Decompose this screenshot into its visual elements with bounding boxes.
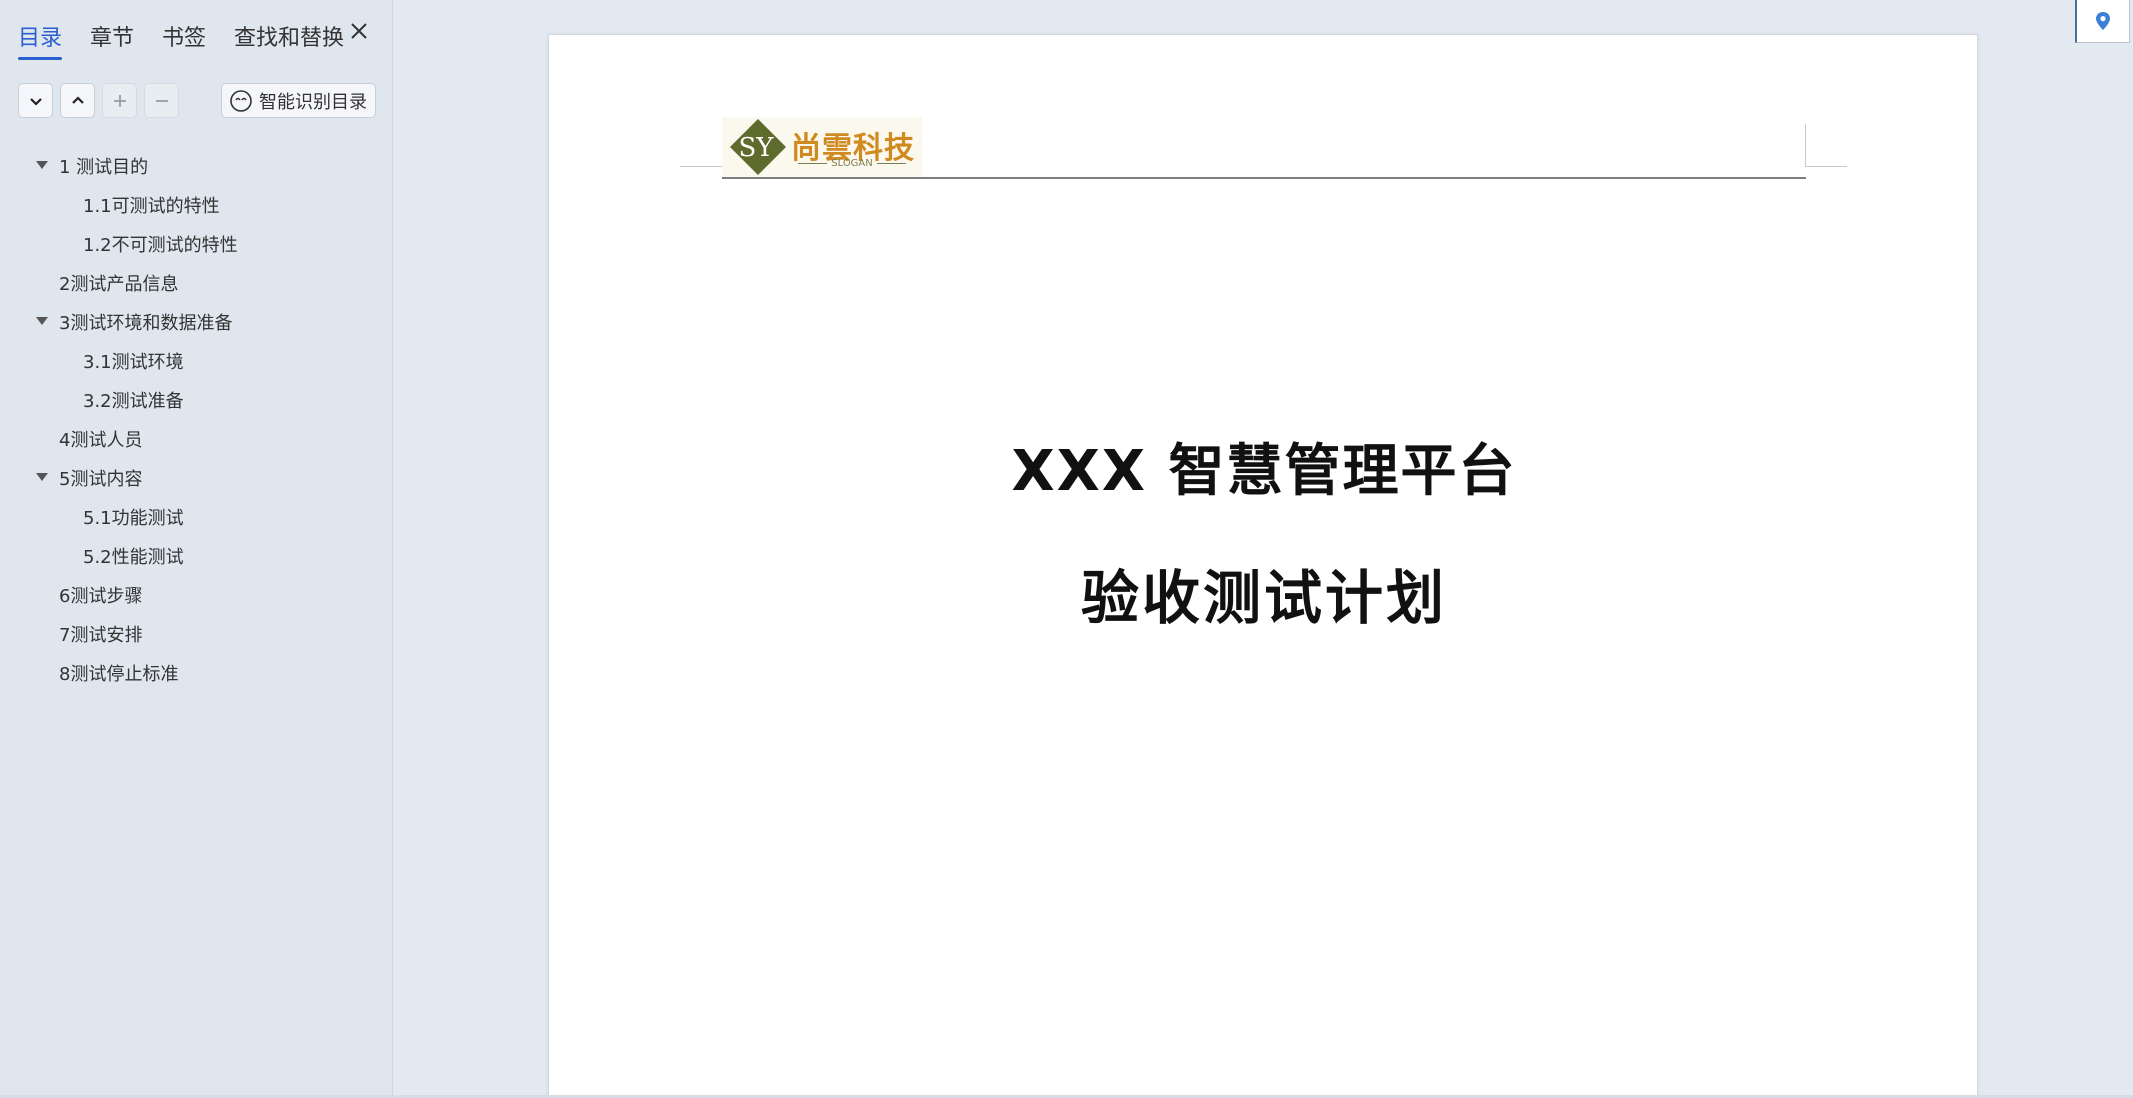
remove-heading-button[interactable] bbox=[144, 83, 179, 118]
toc-item[interactable]: 2测试产品信息 bbox=[0, 263, 393, 302]
toc-item-label: 3测试环境和数据准备 bbox=[59, 312, 233, 334]
svg-text:SY: SY bbox=[739, 133, 775, 163]
header-margin-mark bbox=[680, 166, 722, 167]
nav-tabs: 目录 章节 书签 查找和替换 bbox=[18, 20, 372, 60]
toc-item-label: 8测试停止标准 bbox=[59, 663, 179, 685]
header-margin-mark bbox=[1805, 166, 1847, 167]
company-logo: SY 尚雲科技 SLOGAN bbox=[722, 117, 922, 177]
toc-item-label: 3.2测试准备 bbox=[83, 390, 184, 412]
chevron-down-icon bbox=[29, 97, 42, 106]
tab-bookmarks[interactable]: 书签 bbox=[162, 20, 206, 60]
toc-item[interactable]: 5测试内容 bbox=[0, 458, 393, 497]
header-rule bbox=[722, 177, 1806, 179]
document-title: XXX 智慧管理平台 bbox=[1011, 439, 1517, 504]
caret-down-icon bbox=[36, 161, 48, 169]
smart-detect-label: 智能识别目录 bbox=[259, 91, 367, 113]
header-margin-mark bbox=[1805, 124, 1806, 166]
toc-item-label: 1 测试目的 bbox=[59, 156, 149, 178]
document-subtitle: 验收测试计划 bbox=[1080, 564, 1447, 632]
toc-item[interactable]: 1.2不可测试的特性 bbox=[0, 224, 393, 263]
caret-down-icon bbox=[36, 473, 48, 481]
toc-item-label: 1.1可测试的特性 bbox=[83, 195, 220, 217]
toc-tree: 1 测试目的 1.1可测试的特性 1.2不可测试的特性 2测试产品信息 3测试环… bbox=[0, 146, 393, 692]
toc-item[interactable]: 6测试步骤 bbox=[0, 575, 393, 614]
toc-item-label: 4测试人员 bbox=[59, 429, 143, 451]
toc-item-label: 3.1测试环境 bbox=[83, 351, 184, 373]
location-pin-button[interactable] bbox=[2075, 0, 2130, 43]
toc-item-label: 1.2不可测试的特性 bbox=[83, 234, 238, 256]
toc-item-label: 5.1功能测试 bbox=[83, 507, 184, 529]
expand-all-button[interactable] bbox=[18, 83, 53, 118]
tab-chapters[interactable]: 章节 bbox=[90, 20, 134, 60]
toc-item-label: 5.2性能测试 bbox=[83, 546, 184, 568]
logo-slogan: SLOGAN bbox=[798, 158, 907, 169]
toc-item[interactable]: 5.2性能测试 bbox=[0, 536, 393, 575]
toc-item[interactable]: 8测试停止标准 bbox=[0, 653, 393, 692]
tab-find-replace[interactable]: 查找和替换 bbox=[234, 20, 344, 60]
chevron-up-icon bbox=[71, 95, 84, 104]
toc-item[interactable]: 5.1功能测试 bbox=[0, 497, 393, 536]
toc-toolbar bbox=[18, 83, 179, 118]
smart-detect-toc-button[interactable]: 智能识别目录 bbox=[221, 83, 376, 118]
tab-toc[interactable]: 目录 bbox=[18, 20, 63, 60]
toc-item[interactable]: 4测试人员 bbox=[0, 419, 393, 458]
toc-item[interactable]: 1.1可测试的特性 bbox=[0, 185, 393, 224]
plus-icon bbox=[113, 94, 126, 107]
minus-icon bbox=[155, 99, 168, 102]
toc-item-label: 6测试步骤 bbox=[59, 585, 143, 607]
toc-item-label: 7测试安排 bbox=[59, 624, 143, 646]
toc-item[interactable]: 7测试安排 bbox=[0, 614, 393, 653]
navigation-pane: 目录 章节 书签 查找和替换 智能识别目录 1 测试目的 1.1可测试的特性 1… bbox=[0, 0, 393, 1098]
app-window: 目录 章节 书签 查找和替换 智能识别目录 1 测试目的 1.1可测试的特性 1… bbox=[0, 0, 2133, 1098]
document-page[interactable]: SY 尚雲科技 SLOGAN XXX 智慧管理平台 验收测试计划 bbox=[548, 34, 1978, 1098]
toc-item[interactable]: 3测试环境和数据准备 bbox=[0, 302, 393, 341]
toc-item[interactable]: 3.2测试准备 bbox=[0, 380, 393, 419]
close-icon[interactable] bbox=[348, 20, 370, 42]
toc-item[interactable]: 1 测试目的 bbox=[0, 146, 393, 185]
add-heading-button[interactable] bbox=[102, 83, 137, 118]
collapse-all-button[interactable] bbox=[60, 83, 95, 118]
caret-down-icon bbox=[36, 317, 48, 325]
toc-item-label: 5测试内容 bbox=[59, 468, 143, 490]
toc-item[interactable]: 3.1测试环境 bbox=[0, 341, 393, 380]
location-pin-icon bbox=[2096, 12, 2110, 30]
ai-face-icon bbox=[230, 89, 252, 112]
toc-item-label: 2测试产品信息 bbox=[59, 273, 179, 295]
